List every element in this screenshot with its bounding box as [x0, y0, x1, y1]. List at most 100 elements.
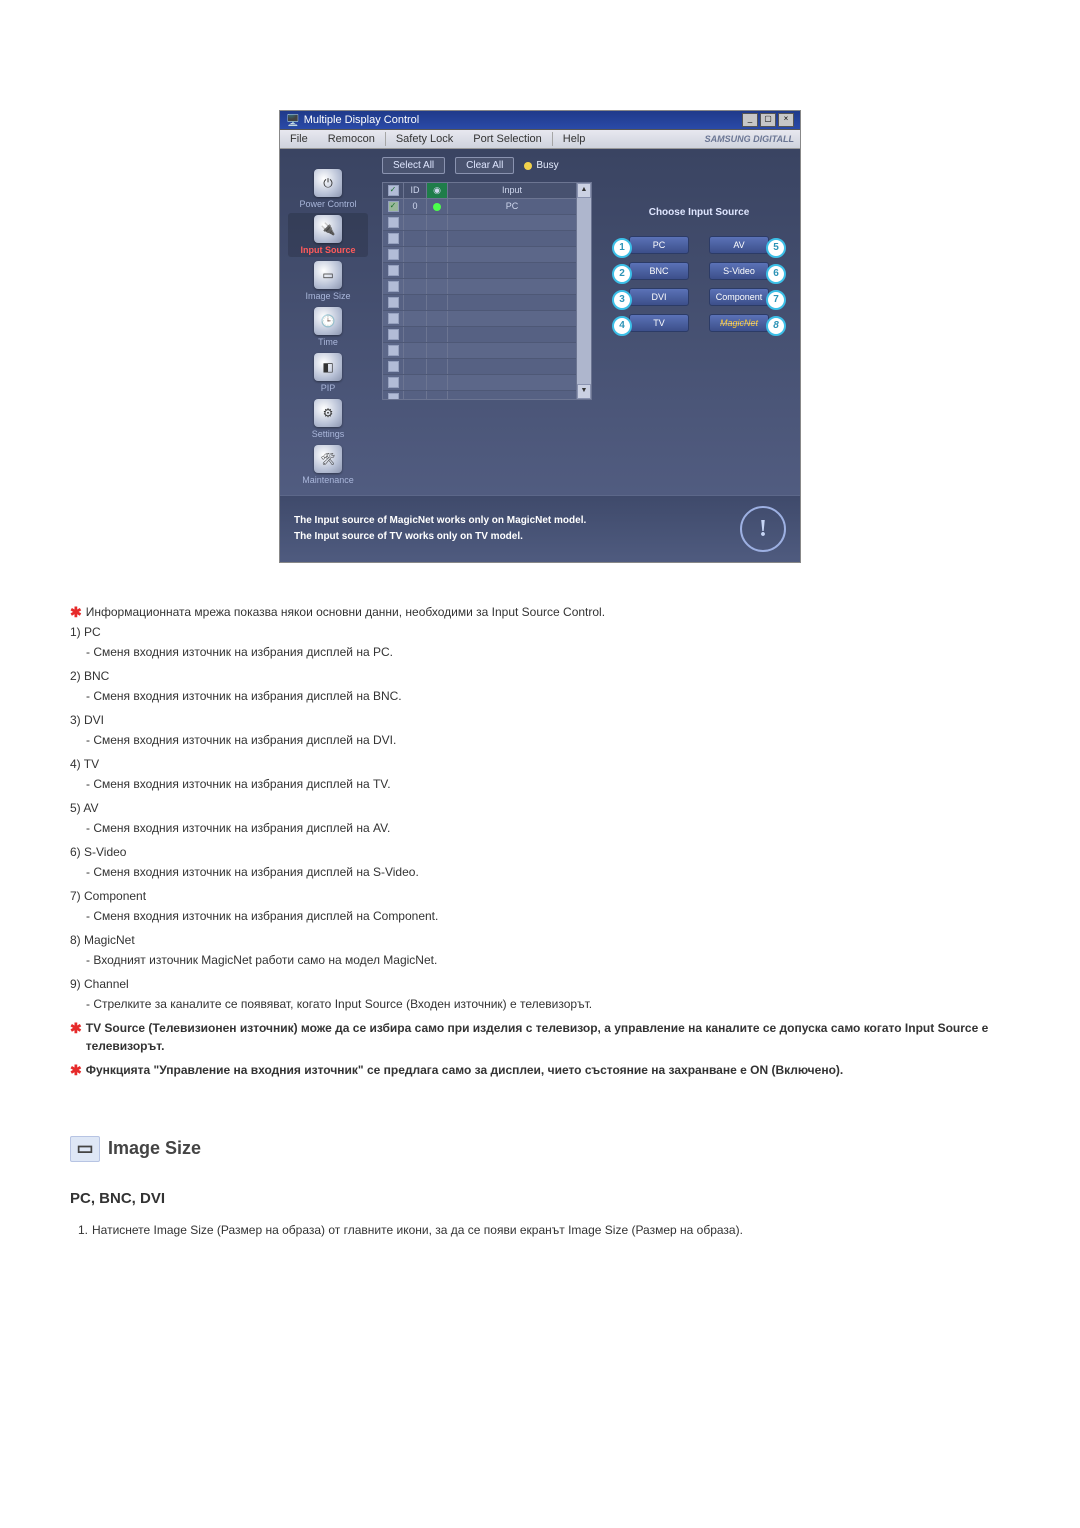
header-id: ID	[404, 183, 427, 198]
sidebar-item-maintenance[interactable]: 🛠 Maintenance	[288, 443, 368, 487]
row-checkbox[interactable]	[388, 393, 399, 399]
table-row[interactable]	[383, 391, 576, 399]
list-item-head: 8) MagicNet	[70, 931, 1010, 949]
header-checkbox[interactable]	[383, 183, 404, 198]
table-row[interactable]	[383, 359, 576, 375]
star-icon: ✱	[70, 1061, 82, 1079]
table-row[interactable]	[383, 295, 576, 311]
source-dvi-button[interactable]: 3 DVI	[629, 288, 689, 306]
bold-note-2: Функцията "Управление на входния източни…	[86, 1061, 844, 1079]
menubar: File Remocon Safety Lock Port Selection …	[280, 130, 800, 149]
titlebar: 🖥️ Multiple Display Control _ ▢ ×	[280, 111, 800, 130]
row-checkbox[interactable]	[388, 377, 399, 388]
header-status: ◉	[427, 183, 448, 198]
list-item-sub: - Сменя входния източник на избрания дис…	[86, 687, 1010, 705]
table-row[interactable]	[383, 215, 576, 231]
footer-line-2: The Input source of TV works only on TV …	[294, 531, 523, 542]
app-icon: 🖥️	[286, 114, 300, 127]
scroll-track[interactable]	[577, 198, 591, 384]
select-all-button[interactable]: Select All	[382, 157, 445, 174]
table-row[interactable]	[383, 231, 576, 247]
table-row[interactable]	[383, 311, 576, 327]
menu-remocon[interactable]: Remocon	[318, 130, 385, 148]
sidebar-item-settings[interactable]: ⚙ Settings	[288, 397, 368, 441]
section-title: Image Size	[108, 1135, 201, 1162]
badge-4: 4	[612, 316, 632, 336]
busy-label: Busy	[536, 160, 558, 171]
table-row[interactable]	[383, 279, 576, 295]
header-input: Input	[448, 183, 576, 198]
source-pc-button[interactable]: 1 PC	[629, 236, 689, 254]
source-svideo-button[interactable]: S-Video 6	[709, 262, 769, 280]
step-text: Натиснете Image Size (Размер на образа) …	[92, 1221, 1010, 1239]
list-item-sub: - Сменя входния източник на избрания дис…	[86, 643, 1010, 661]
source-label: DVI	[651, 292, 666, 302]
minimize-button[interactable]: _	[742, 113, 758, 127]
list-item-head: 6) S-Video	[70, 843, 1010, 861]
image-size-icon: ▭	[314, 261, 342, 289]
row-checkbox[interactable]	[388, 265, 399, 276]
row-checkbox[interactable]	[388, 361, 399, 372]
star-icon: ✱	[70, 603, 82, 621]
grid-header: ID ◉ Input	[383, 183, 576, 199]
table-row[interactable]	[383, 263, 576, 279]
table-row[interactable]	[383, 247, 576, 263]
maximize-button[interactable]: ▢	[760, 113, 776, 127]
source-label: MagicNet	[720, 318, 758, 328]
checkbox-icon	[388, 185, 399, 196]
table-row[interactable]	[383, 375, 576, 391]
source-magicnet-button[interactable]: MagicNet 8	[709, 314, 769, 332]
source-label: BNC	[649, 266, 668, 276]
list-item-head: 2) BNC	[70, 667, 1010, 685]
scrollbar[interactable]: ▲ ▼	[576, 183, 591, 399]
clear-all-button[interactable]: Clear All	[455, 157, 514, 174]
menu-file[interactable]: File	[280, 130, 318, 148]
list-item-sub: - Сменя входния източник на избрания дис…	[86, 907, 1010, 925]
table-row[interactable]	[383, 343, 576, 359]
row-checkbox[interactable]	[388, 297, 399, 308]
menu-port-selection[interactable]: Port Selection	[463, 130, 551, 148]
row-checkbox[interactable]	[388, 217, 399, 228]
maintenance-icon: 🛠	[314, 445, 342, 473]
row-checkbox[interactable]	[388, 281, 399, 292]
list-item-sub: - Сменя входния източник на избрания дис…	[86, 775, 1010, 793]
row-checkbox[interactable]	[388, 329, 399, 340]
app-body: ⏻ Power Control 🔌 Input Source ▭ Image S…	[280, 149, 800, 495]
sidebar-item-input-source[interactable]: 🔌 Input Source	[288, 213, 368, 257]
busy-indicator: Busy	[524, 160, 558, 171]
scroll-down-button[interactable]: ▼	[577, 384, 591, 399]
list-item-sub: - Сменя входния източник на избрания дис…	[86, 863, 1010, 881]
intro-text: Информационната мрежа показва някои осно…	[86, 603, 605, 621]
sidebar-item-time[interactable]: 🕒 Time	[288, 305, 368, 349]
list-item-head: 7) Component	[70, 887, 1010, 905]
info-icon: !	[740, 506, 786, 552]
scroll-up-button[interactable]: ▲	[577, 183, 591, 198]
list-item-head: 1) PC	[70, 623, 1010, 641]
sidebar-item-image-size[interactable]: ▭ Image Size	[288, 259, 368, 303]
table-row[interactable]	[383, 327, 576, 343]
menu-help[interactable]: Help	[553, 130, 596, 148]
sidebar-item-power-control[interactable]: ⏻ Power Control	[288, 167, 368, 211]
source-component-button[interactable]: Component 7	[709, 288, 769, 306]
section-heading: ▭ Image Size	[70, 1135, 1010, 1162]
source-label: S-Video	[723, 266, 755, 276]
input-source-icon: 🔌	[314, 215, 342, 243]
badge-2: 2	[612, 264, 632, 284]
table-row[interactable]: 0 PC	[383, 199, 576, 215]
sidebar-item-pip[interactable]: ◧ PIP	[288, 351, 368, 395]
row-checkbox[interactable]	[388, 313, 399, 324]
menu-safety-lock[interactable]: Safety Lock	[386, 130, 463, 148]
row-checkbox[interactable]	[388, 345, 399, 356]
list-item-head: 5) AV	[70, 799, 1010, 817]
source-tv-button[interactable]: 4 TV	[629, 314, 689, 332]
close-button[interactable]: ×	[778, 113, 794, 127]
source-bnc-button[interactable]: 2 BNC	[629, 262, 689, 280]
row-checkbox[interactable]	[388, 201, 399, 212]
row-checkbox[interactable]	[388, 233, 399, 244]
time-icon: 🕒	[314, 307, 342, 335]
list-item-sub: - Стрелките за каналите се появяват, ког…	[86, 995, 1010, 1013]
list-item-head: 3) DVI	[70, 711, 1010, 729]
row-checkbox[interactable]	[388, 249, 399, 260]
badge-7: 7	[766, 290, 786, 310]
source-av-button[interactable]: AV 5	[709, 236, 769, 254]
